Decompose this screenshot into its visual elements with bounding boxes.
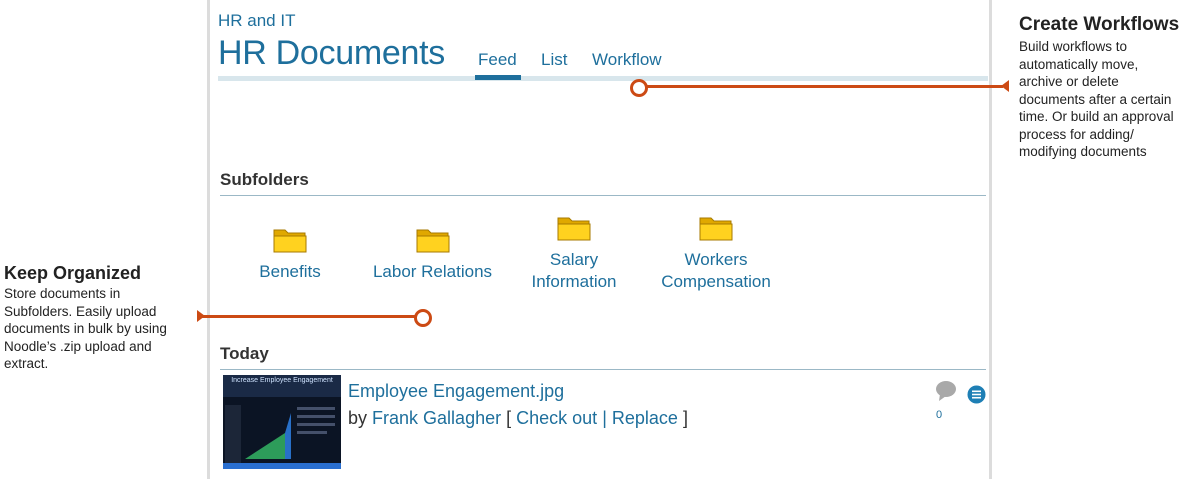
- active-tab-indicator: [475, 75, 521, 80]
- folder-label-line1: Salary: [549, 250, 599, 269]
- tab-workflow[interactable]: Workflow: [592, 50, 662, 70]
- folder-icon: [557, 217, 591, 241]
- folder-workers-compensation[interactable]: Workers Compensation: [652, 214, 780, 293]
- by-prefix: by: [348, 408, 368, 428]
- thumbnail-graphic: [223, 375, 341, 469]
- replace-link[interactable]: Replace: [612, 408, 678, 428]
- callout-line: automatically move,: [1019, 56, 1139, 72]
- workflows-leader-dot: [630, 79, 648, 97]
- link-separator: |: [602, 408, 607, 428]
- comment-count: 0: [936, 409, 943, 421]
- workflows-callout-title: Create Workflows: [1019, 14, 1180, 35]
- subfolders-divider: [220, 195, 986, 196]
- folder-icon: [699, 217, 733, 241]
- today-divider: [220, 369, 986, 370]
- callout-line: modifying documents: [1019, 144, 1147, 159]
- folder-label-line1: Workers: [684, 250, 748, 269]
- subfolders-heading: Subfolders: [220, 170, 309, 189]
- organized-callout-title: Keep Organized: [4, 263, 142, 283]
- folder-icon: [273, 229, 307, 253]
- callout-line: Build workflows to: [1019, 39, 1128, 54]
- page-title: HR Documents: [218, 34, 445, 72]
- callout-line: Subfolders. Easily upload: [4, 303, 157, 319]
- comment-icon[interactable]: [935, 380, 957, 402]
- folder-icon: [416, 229, 449, 253]
- callout-line: Noodle’s .zip upload and: [4, 338, 152, 354]
- folder-label-line2: Compensation: [661, 272, 771, 291]
- callout-line: documents in bulk by using: [4, 321, 167, 336]
- file-thumbnail[interactable]: Increase Employee Engagement: [223, 375, 341, 469]
- folder-benefits[interactable]: Benefits: [240, 226, 340, 283]
- callout-line: Store documents in: [4, 286, 121, 301]
- checkout-link[interactable]: Check out: [516, 408, 597, 428]
- organized-leader-dot: [414, 309, 432, 327]
- tab-list[interactable]: List: [541, 50, 567, 70]
- tab-bar: [218, 76, 988, 81]
- close-bracket: ]: [682, 408, 688, 428]
- organized-leader-arrow: [197, 310, 205, 322]
- workflows-leader-line: [645, 85, 1003, 88]
- folder-label: Benefits: [259, 262, 321, 281]
- callout-line: time. Or build an approval: [1019, 109, 1174, 124]
- folder-label: Labor Relations: [372, 262, 493, 281]
- file-name-link[interactable]: Employee Engagement.jpg: [348, 381, 564, 402]
- open-bracket: [: [506, 408, 512, 428]
- author-link[interactable]: Frank Gallagher: [372, 408, 501, 428]
- callout-line: documents after a certain: [1019, 91, 1172, 107]
- today-heading: Today: [220, 344, 269, 363]
- workflows-callout-body: Build workflows to automatically move, a…: [1019, 38, 1174, 161]
- item-menu-icon[interactable]: [967, 385, 986, 404]
- thumbnail-title: Increase Employee Engagement: [231, 377, 333, 384]
- organized-leader-line: [199, 315, 415, 318]
- organized-callout-body: Store documents in Subfolders. Easily up…: [4, 285, 167, 373]
- callout-line: process for adding/: [1019, 126, 1134, 142]
- folder-salary-information[interactable]: Salary Information: [518, 214, 630, 293]
- folder-labor-relations[interactable]: Labor Relations: [365, 226, 500, 283]
- folder-label-line2: Information: [531, 272, 617, 291]
- callout-line: extract.: [4, 356, 49, 371]
- workflows-leader-arrow: [1001, 80, 1009, 92]
- callout-line: archive or delete: [1019, 74, 1119, 89]
- tab-feed[interactable]: Feed: [478, 50, 517, 70]
- breadcrumb[interactable]: HR and IT: [218, 11, 295, 31]
- file-meta: by Frank Gallagher [ Check out | Replace…: [348, 408, 688, 429]
